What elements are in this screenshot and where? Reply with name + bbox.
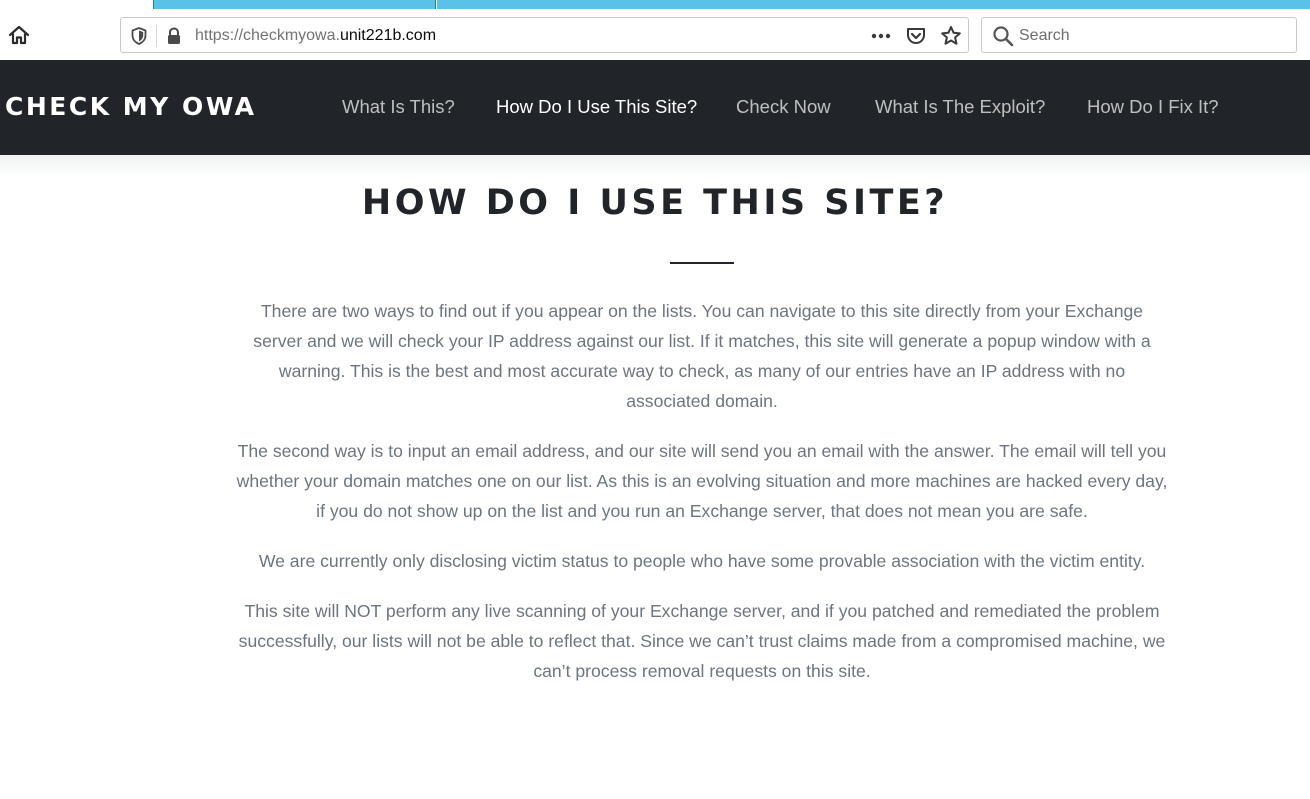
nav-how-do-i-use-this-site[interactable]: How Do I Use This Site? bbox=[496, 96, 697, 118]
search-icon bbox=[993, 26, 1014, 47]
search-input[interactable] bbox=[1019, 25, 1279, 47]
header-shadow bbox=[0, 155, 1310, 179]
paragraph-2: The second way is to input an email addr… bbox=[236, 441, 1168, 521]
browser-tab-bar-fill bbox=[437, 0, 1310, 9]
browser-tab[interactable] bbox=[153, 0, 436, 9]
page-actions-more-icon[interactable] bbox=[869, 24, 893, 48]
nav-what-is-this[interactable]: What Is This? bbox=[342, 96, 455, 118]
home-button[interactable] bbox=[4, 20, 34, 50]
address-bar[interactable]: https://checkmyowa.unit221b.com bbox=[120, 17, 969, 53]
nav-check-now[interactable]: Check Now bbox=[736, 96, 831, 118]
url-text[interactable]: https://checkmyowa.unit221b.com bbox=[195, 27, 436, 45]
paragraph-3: We are currently only disclosing victim … bbox=[258, 551, 1146, 571]
page-title: HOW DO I USE THIS SITE? bbox=[361, 183, 949, 223]
address-bar-separator bbox=[156, 25, 157, 47]
tracking-protection-shield-icon[interactable] bbox=[129, 26, 149, 46]
url-host: unit221b.com bbox=[339, 27, 437, 44]
site-brand[interactable]: CHECK MY OWA bbox=[5, 92, 257, 121]
pocket-icon[interactable] bbox=[904, 24, 928, 48]
home-icon bbox=[8, 25, 30, 45]
paragraph-4: This site will NOT perform any live scan… bbox=[238, 601, 1166, 681]
tab-strip bbox=[0, 0, 1310, 9]
site-header: CHECK MY OWA What Is This? How Do I Use … bbox=[0, 60, 1310, 155]
lock-icon[interactable] bbox=[165, 26, 183, 46]
paragraph-1: There are two ways to find out if you ap… bbox=[253, 301, 1151, 411]
browser-toolbar: https://checkmyowa.unit221b.com bbox=[0, 9, 1310, 60]
main-content: There are two ways to find out if you ap… bbox=[236, 296, 1168, 706]
browser-search-bar[interactable] bbox=[981, 17, 1297, 53]
bookmark-star-icon[interactable] bbox=[939, 24, 963, 48]
nav-what-is-the-exploit[interactable]: What Is The Exploit? bbox=[875, 96, 1045, 118]
url-prefix: https://checkmyowa. bbox=[195, 27, 340, 44]
title-divider bbox=[670, 262, 734, 264]
nav-how-do-i-fix-it[interactable]: How Do I Fix It? bbox=[1087, 96, 1219, 118]
